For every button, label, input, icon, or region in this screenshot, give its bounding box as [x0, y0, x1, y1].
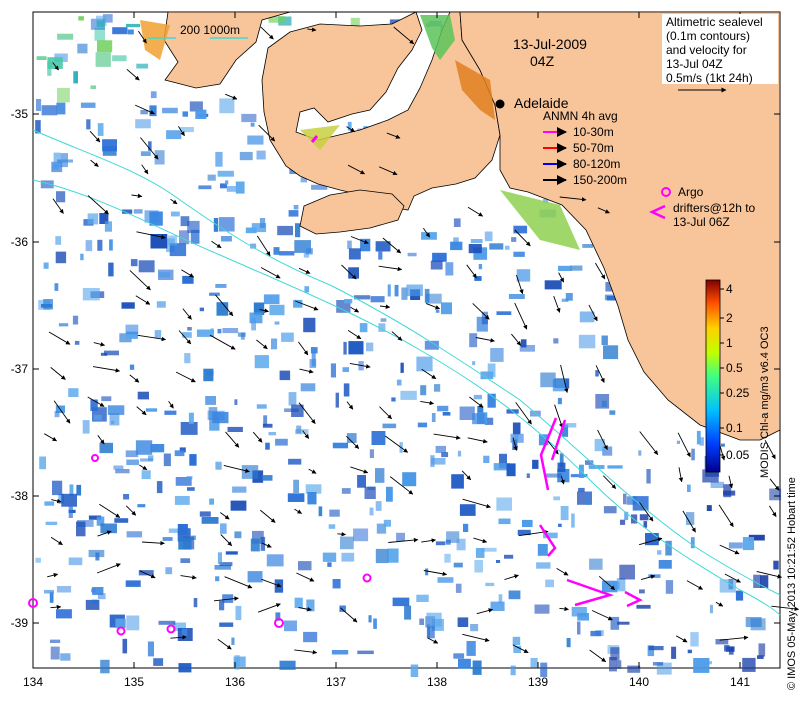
- lon-tick-label: 140: [629, 675, 649, 689]
- credit: © IMOS 05-May-2013 10:21:52 Hobart time: [786, 477, 798, 690]
- sealevel-line-5: 0.5m/s (1kt 24h): [666, 71, 753, 85]
- lat-tick-label: -35: [11, 107, 29, 121]
- colorbar-tick: 0.5: [726, 361, 743, 375]
- colorbar-tick: 0.1: [726, 421, 743, 435]
- lon-tick-label: 137: [326, 675, 346, 689]
- lat-tick-label: -37: [11, 362, 29, 376]
- lon-tick-label: 135: [124, 675, 144, 689]
- lon-tick-label: 136: [225, 675, 245, 689]
- map-date: 13-Jul-2009: [513, 36, 587, 52]
- sealevel-line-4: 13-Jul 04Z: [666, 57, 723, 71]
- sealevel-line-2: (0.1m contours): [666, 29, 750, 43]
- anmn-label: 50-70m: [573, 141, 614, 155]
- drifters-label-1: drifters@12h to: [673, 201, 756, 215]
- sealevel-line-3: and velocity for: [666, 43, 747, 57]
- lon-tick-label: 134: [23, 675, 43, 689]
- lat-tick-label: -39: [11, 616, 29, 630]
- sealevel-line-1: Altimetric sealevel: [666, 15, 763, 29]
- lon-tick-label: 141: [730, 675, 750, 689]
- lon-tick-label: 138: [427, 675, 447, 689]
- sealevel-legend: Altimetric sealevel (0.1m contours) and …: [662, 14, 778, 93]
- anmn-label: 150-200m: [573, 173, 627, 187]
- colorbar-tick: 4: [726, 282, 733, 296]
- chlorophyll-map: 134 135 136 137 138 139 140 141-35-36-37-38-39 …: [11, 11, 800, 690]
- colorbar-tick: 1: [726, 336, 733, 350]
- colorbar-title: MODIS Chl-a mg/m3 v6.4 OC3: [759, 326, 771, 478]
- lat-tick-label: -38: [11, 489, 29, 503]
- lon-tick-label: 139: [528, 675, 548, 689]
- lat-tick-label: -36: [11, 235, 29, 249]
- anmn-title: ANMN 4h avg: [543, 109, 618, 123]
- adelaide-marker: [495, 99, 505, 109]
- colorbar-tick: 0.05: [726, 448, 750, 462]
- map-time: 04Z: [530, 53, 555, 69]
- bathy-legend-label: 200 1000m: [180, 23, 240, 37]
- drifters-label-2: 13-Jul 06Z: [673, 215, 730, 229]
- anmn-label: 10-30m: [573, 125, 614, 139]
- anmn-label: 80-120m: [573, 157, 620, 171]
- colorbar-tick: 2: [726, 311, 733, 325]
- colorbar-tick: 0.25: [726, 386, 750, 400]
- argo-label: Argo: [678, 185, 704, 199]
